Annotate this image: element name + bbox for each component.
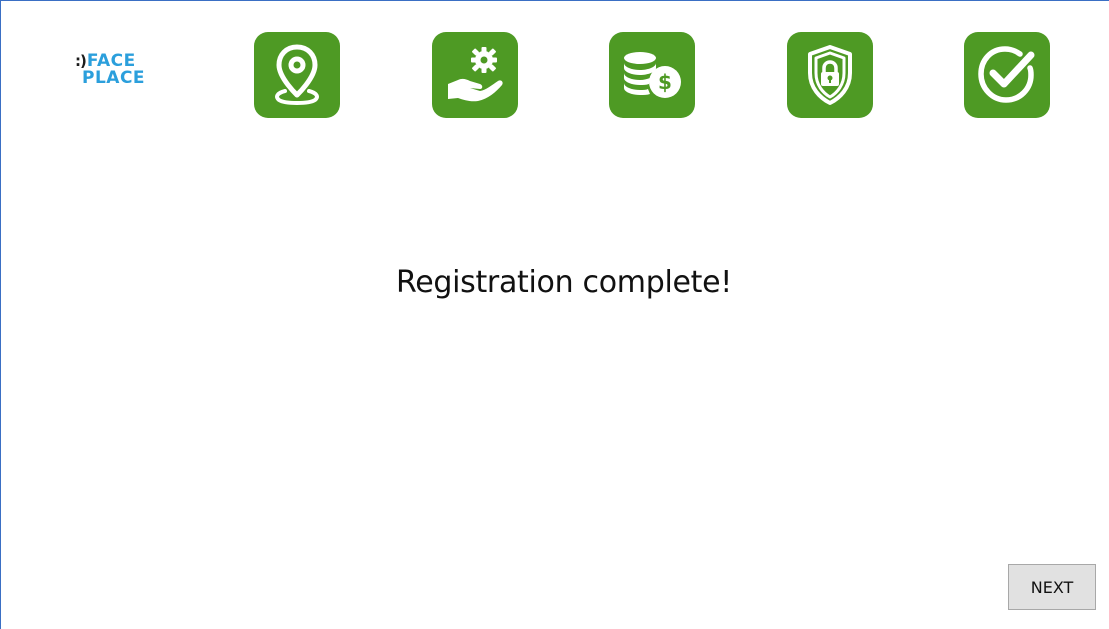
faceplace-logo: :)FACE PLACE bbox=[75, 53, 167, 97]
logo-text-place: PLACE bbox=[82, 68, 146, 88]
svg-text:$: $ bbox=[658, 70, 672, 94]
step-payment: $ bbox=[609, 32, 695, 118]
hand-gear-icon bbox=[448, 47, 503, 102]
step-complete bbox=[964, 32, 1050, 118]
coins-dollar-icon: $ bbox=[624, 52, 681, 98]
shield-lock-icon bbox=[808, 45, 852, 105]
step-location bbox=[254, 32, 340, 118]
registration-complete-message: Registration complete! bbox=[396, 265, 732, 300]
location-pin-icon bbox=[275, 44, 319, 105]
step-security bbox=[787, 32, 873, 118]
next-button[interactable]: NEXT bbox=[1008, 564, 1096, 610]
registration-window: :)FACE PLACE $ Registration complete! NE… bbox=[0, 0, 1109, 629]
check-circle-icon bbox=[978, 46, 1035, 103]
step-services bbox=[432, 32, 518, 118]
